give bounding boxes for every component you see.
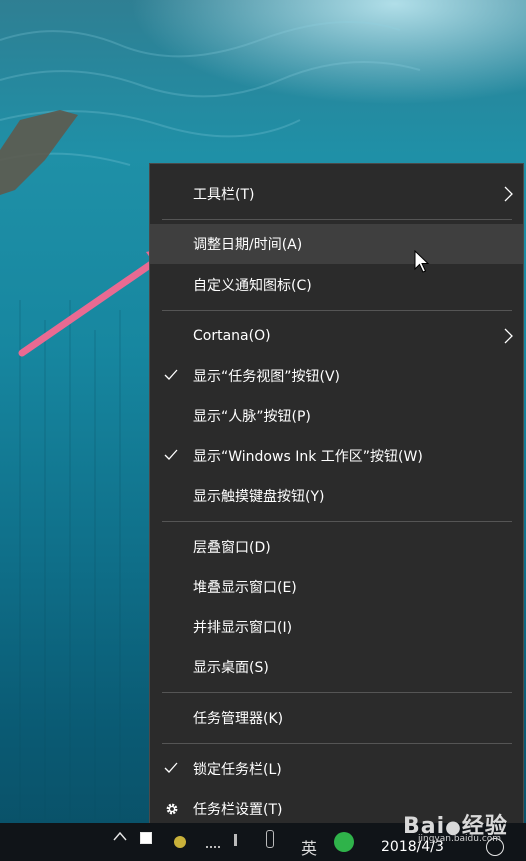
menu-item-label: 任务栏设置(T) <box>193 802 283 818</box>
menu-item-show-task-view-button[interactable]: 显示“任务视图”按钮(V) <box>150 356 523 396</box>
chevron-right-icon <box>504 328 513 344</box>
menu-item-label: 并排显示窗口(I) <box>193 620 293 636</box>
menu-item-label: 显示触摸键盘按钮(Y) <box>193 489 325 505</box>
menu-item-label: 层叠窗口(D) <box>193 540 271 556</box>
input-language-indicator[interactable]: 英 <box>301 835 317 859</box>
menu-item-label: Cortana(O) <box>193 328 271 344</box>
show-hidden-icons-chevron-icon[interactable] <box>113 830 127 842</box>
menu-item-task-manager[interactable]: 任务管理器(K) <box>150 698 523 738</box>
menu-item-label: 工具栏(T) <box>193 187 255 203</box>
menu-item-show-desktop[interactable]: 显示桌面(S) <box>150 647 523 687</box>
menu-item-show-windows-ink-button[interactable]: 显示“Windows Ink 工作区”按钮(W) <box>150 436 523 476</box>
watermark-url: jingyan.baidu.com <box>418 834 502 844</box>
menu-separator <box>162 521 512 522</box>
checkmark-icon <box>164 449 178 460</box>
menu-separator <box>162 692 512 693</box>
tray-app-icon[interactable] <box>174 836 186 848</box>
gear-icon <box>166 803 178 815</box>
menu-item-lock-taskbar[interactable]: 锁定任务栏(L) <box>150 749 523 789</box>
pen-icon[interactable] <box>266 830 274 848</box>
menu-item-label: 自定义通知图标(C) <box>193 278 312 294</box>
menu-separator <box>162 743 512 744</box>
menu-item-stack-windows[interactable]: 堆叠显示窗口(E) <box>150 567 523 607</box>
menu-item-label: 显示“Windows Ink 工作区”按钮(W) <box>193 449 423 465</box>
menu-item-customize-notification-icons[interactable]: 自定义通知图标(C) <box>150 265 523 305</box>
mouse-cursor-icon <box>414 250 430 273</box>
menu-item-label: 锁定任务栏(L) <box>193 762 282 778</box>
menu-item-cascade-windows[interactable]: 层叠窗口(D) <box>150 527 523 567</box>
menu-item-adjust-date-time[interactable]: 调整日期/时间(A) <box>150 224 523 264</box>
checkmark-icon <box>164 762 178 773</box>
menu-item-label: 显示“任务视图”按钮(V) <box>193 369 341 385</box>
chevron-right-icon <box>504 186 513 202</box>
menu-item-label: 调整日期/时间(A) <box>193 237 303 253</box>
menu-item-label: 任务管理器(K) <box>193 711 284 727</box>
tray-app-icon[interactable] <box>334 832 354 852</box>
menu-item-show-touch-keyboard-button[interactable]: 显示触摸键盘按钮(Y) <box>150 476 523 516</box>
menu-item-label: 显示桌面(S) <box>193 660 269 676</box>
tray-app-icon[interactable] <box>140 832 152 844</box>
menu-item-toolbars[interactable]: 工具栏(T) <box>150 174 523 214</box>
menu-item-show-people-button[interactable]: 显示“人脉”按钮(P) <box>150 396 523 436</box>
taskbar-context-menu: 工具栏(T) 调整日期/时间(A) 自定义通知图标(C) Cortana(O) … <box>149 163 524 839</box>
menu-item-side-by-side-windows[interactable]: 并排显示窗口(I) <box>150 607 523 647</box>
menu-item-label: 堆叠显示窗口(E) <box>193 580 297 596</box>
network-icon[interactable] <box>206 834 220 848</box>
menu-separator <box>162 310 512 311</box>
menu-separator <box>162 219 512 220</box>
checkmark-icon <box>164 369 178 380</box>
menu-item-cortana[interactable]: Cortana(O) <box>150 316 523 356</box>
volume-icon[interactable] <box>234 834 249 846</box>
menu-item-label: 显示“人脉”按钮(P) <box>193 409 311 425</box>
